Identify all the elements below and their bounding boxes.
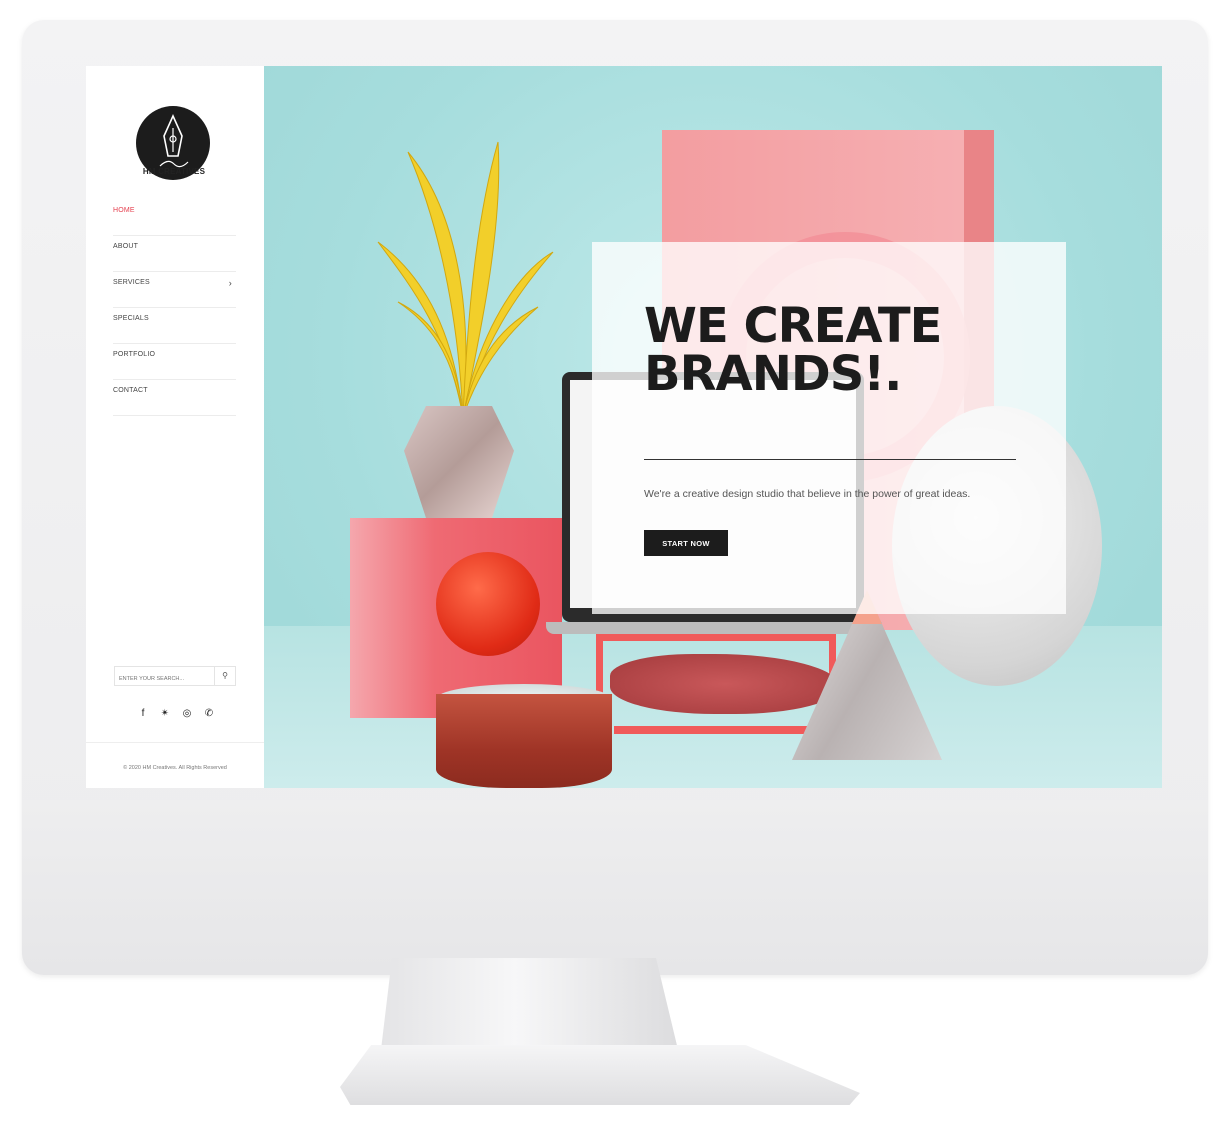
nav-item-label: SERVICES: [113, 279, 150, 286]
monitor-stand: [380, 958, 680, 1058]
nav-item-specials[interactable]: SPECIALS: [113, 308, 236, 344]
website-screen: HM CREATIVES HOME ABOUT SERVICES › SPECIA…: [86, 66, 1162, 788]
nav-item-about[interactable]: ABOUT: [113, 236, 236, 272]
sidebar: HM CREATIVES HOME ABOUT SERVICES › SPECIA…: [86, 66, 265, 788]
hero-headline: WE CREATE BRANDS!.: [644, 302, 1044, 398]
nav-item-services[interactable]: SERVICES ›: [113, 272, 236, 308]
search-box: ⚲: [114, 666, 236, 687]
chevron-right-icon: ›: [228, 278, 232, 288]
marble-drum-decoration: [436, 694, 612, 788]
social-links: f ✴ ◎ ✆: [136, 708, 216, 719]
nav-item-label: CONTACT: [113, 387, 148, 394]
nav-item-portfolio[interactable]: PORTFOLIO: [113, 344, 236, 380]
copyright-text: © 2020 HM Creatives. All Rights Reserved: [86, 742, 264, 771]
instagram-icon[interactable]: ◎: [180, 708, 194, 719]
nav-item-label: HOME: [113, 207, 135, 214]
facebook-icon[interactable]: f: [136, 708, 150, 719]
red-stand-bar: [614, 726, 834, 734]
plant-leaves-decoration: [377, 141, 554, 418]
red-ball-decoration: [436, 552, 540, 656]
whatsapp-icon[interactable]: ✆: [202, 708, 216, 719]
nav-item-contact[interactable]: CONTACT: [113, 380, 236, 416]
main-nav: HOME ABOUT SERVICES › SPECIALS PORTFOLIO …: [113, 200, 236, 416]
hero-card: WE CREATE BRANDS!. We're a creative desi…: [592, 242, 1066, 614]
laptop-base-decoration: [546, 622, 882, 634]
hero-tagline: We're a creative design studio that beli…: [644, 488, 971, 500]
monitor-stand-base: [340, 1045, 860, 1105]
brand-name: HM CREATIVES: [142, 167, 206, 176]
search-input[interactable]: [115, 671, 213, 687]
monitor-chin: [22, 800, 1208, 975]
divider: [644, 459, 1016, 460]
search-icon[interactable]: ⚲: [214, 667, 235, 685]
twitter-icon[interactable]: ✴: [158, 708, 172, 719]
nav-item-label: ABOUT: [113, 243, 139, 250]
nav-item-label: PORTFOLIO: [113, 351, 156, 358]
nav-item-home[interactable]: HOME: [113, 200, 236, 236]
start-now-button[interactable]: START NOW: [644, 530, 728, 556]
nav-item-label: SPECIALS: [113, 315, 149, 322]
geometric-vase-decoration: [404, 406, 514, 518]
hero-section: WE CREATE BRANDS!. We're a creative desi…: [264, 66, 1162, 788]
headline-line-2: BRANDS!.: [644, 346, 902, 402]
